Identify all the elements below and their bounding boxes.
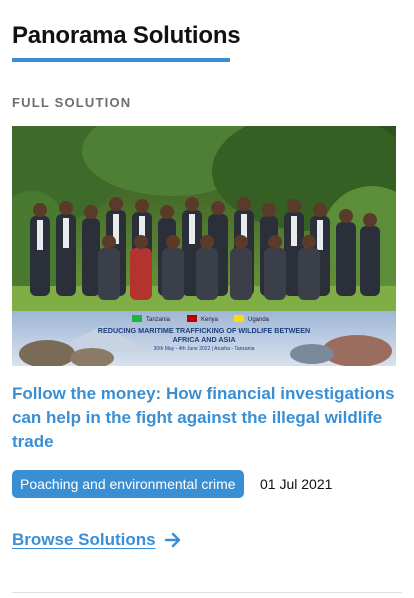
section-kicker: FULL SOLUTION — [12, 95, 132, 110]
banner-dates: 30th May - 4th June 2022 | Arusha - Tanz… — [154, 346, 255, 352]
banner-country-1: Tanzania — [146, 317, 171, 323]
solution-image[interactable]: Tanzania Kenya Uganda REDUCING MARITIME … — [12, 126, 396, 366]
section-title: Panorama Solutions — [12, 22, 241, 49]
banner-country-3: Uganda — [248, 317, 270, 323]
banner-title-line1: REDUCING MARITIME TRAFFICKING OF WILDLIF… — [98, 326, 310, 335]
banner-country-2: Kenya — [201, 317, 219, 323]
arrow-right-icon — [164, 532, 180, 548]
category-tag[interactable]: Poaching and environmental crime — [12, 470, 244, 498]
publish-date: 01 Jul 2021 — [260, 476, 333, 492]
solution-headline-link[interactable]: Follow the money: How financial investig… — [12, 382, 402, 454]
title-underline — [12, 58, 230, 62]
banner-title-line2: AFRICA AND ASIA — [172, 335, 235, 344]
browse-solutions-label: Browse Solutions — [12, 530, 156, 549]
bottom-divider — [12, 592, 402, 593]
browse-solutions-link[interactable]: Browse Solutions — [12, 530, 182, 550]
